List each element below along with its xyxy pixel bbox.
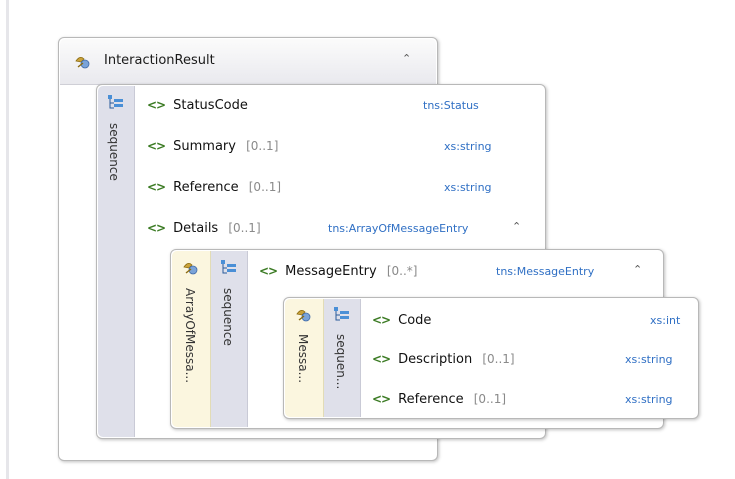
element-icon: <>	[372, 352, 391, 366]
element-type: xs:string	[444, 140, 492, 153]
element-name: StatusCode	[173, 98, 248, 113]
element-occurs: [0..1]	[473, 392, 507, 406]
sequence-icon	[108, 95, 123, 109]
double-chevron-up-icon[interactable]: ⌃	[512, 220, 521, 233]
element-icon: <>	[372, 313, 391, 327]
element-row-reference[interactable]: <> Reference [0..1]	[147, 177, 281, 197]
element-icon: <>	[147, 139, 166, 153]
element-type: xs:string	[625, 353, 673, 366]
message-sequence-label: sequen...	[334, 334, 348, 390]
element-row-summary[interactable]: <> Summary [0..1]	[147, 136, 278, 156]
message-entry-box[interactable]: Messa... sequen... <> Code xs:int <> Des…	[283, 297, 699, 419]
element-icon: <>	[147, 98, 166, 112]
element-occurs: [0..1]	[248, 180, 282, 194]
element-row-description[interactable]: <> Description [0..1]	[372, 349, 515, 369]
element-name: Reference	[398, 392, 464, 407]
root-sequence-label: sequence	[107, 123, 121, 181]
element-row-code[interactable]: <> Code	[372, 310, 431, 330]
interaction-result-header[interactable]: InteractionResult ⌃	[60, 39, 436, 85]
element-name: Description	[398, 352, 473, 367]
element-type: xs:string	[444, 181, 492, 194]
complex-type-icon	[183, 263, 198, 275]
double-chevron-up-icon[interactable]: ⌃	[402, 52, 411, 65]
element-name: Code	[398, 313, 432, 328]
element-icon: <>	[372, 392, 391, 406]
element-icon: <>	[147, 221, 166, 235]
element-row-statuscode[interactable]: <> StatusCode	[147, 95, 248, 115]
complex-type-icon	[296, 310, 311, 322]
element-row-details[interactable]: <> Details [0..1]	[147, 218, 261, 238]
element-type: tns:ArrayOfMessageEntry	[328, 222, 469, 235]
element-type: xs:int	[650, 314, 681, 327]
sequence-icon	[334, 307, 349, 321]
double-chevron-up-icon[interactable]: ⌃	[633, 263, 642, 276]
element-occurs: [0..1]	[228, 221, 261, 235]
element-occurs: [0..1]	[482, 352, 515, 366]
left-margin-rule	[6, 0, 9, 479]
element-row-messageentry[interactable]: <> MessageEntry [0..*]	[259, 261, 418, 281]
message-type-label: Messa...	[296, 334, 310, 384]
complex-type-icon	[75, 57, 90, 69]
array-sequence-label: sequence	[221, 288, 235, 346]
sequence-icon	[221, 260, 236, 274]
root-title: InteractionResult	[104, 53, 215, 68]
element-name: Reference	[173, 180, 239, 195]
element-icon: <>	[147, 180, 166, 194]
element-row-reference[interactable]: <> Reference [0..1]	[372, 389, 506, 409]
element-type: tns:MessageEntry	[496, 265, 595, 278]
element-name: Summary	[173, 139, 236, 154]
element-icon: <>	[259, 264, 278, 278]
element-occurs: [0..*]	[386, 264, 418, 278]
element-name: Details	[173, 221, 219, 236]
array-type-label: ArrayOfMessa...	[183, 288, 197, 384]
element-occurs: [0..1]	[246, 139, 279, 153]
element-name: MessageEntry	[285, 264, 377, 279]
element-type: tns:Status	[423, 99, 479, 112]
element-type: xs:string	[625, 393, 673, 406]
